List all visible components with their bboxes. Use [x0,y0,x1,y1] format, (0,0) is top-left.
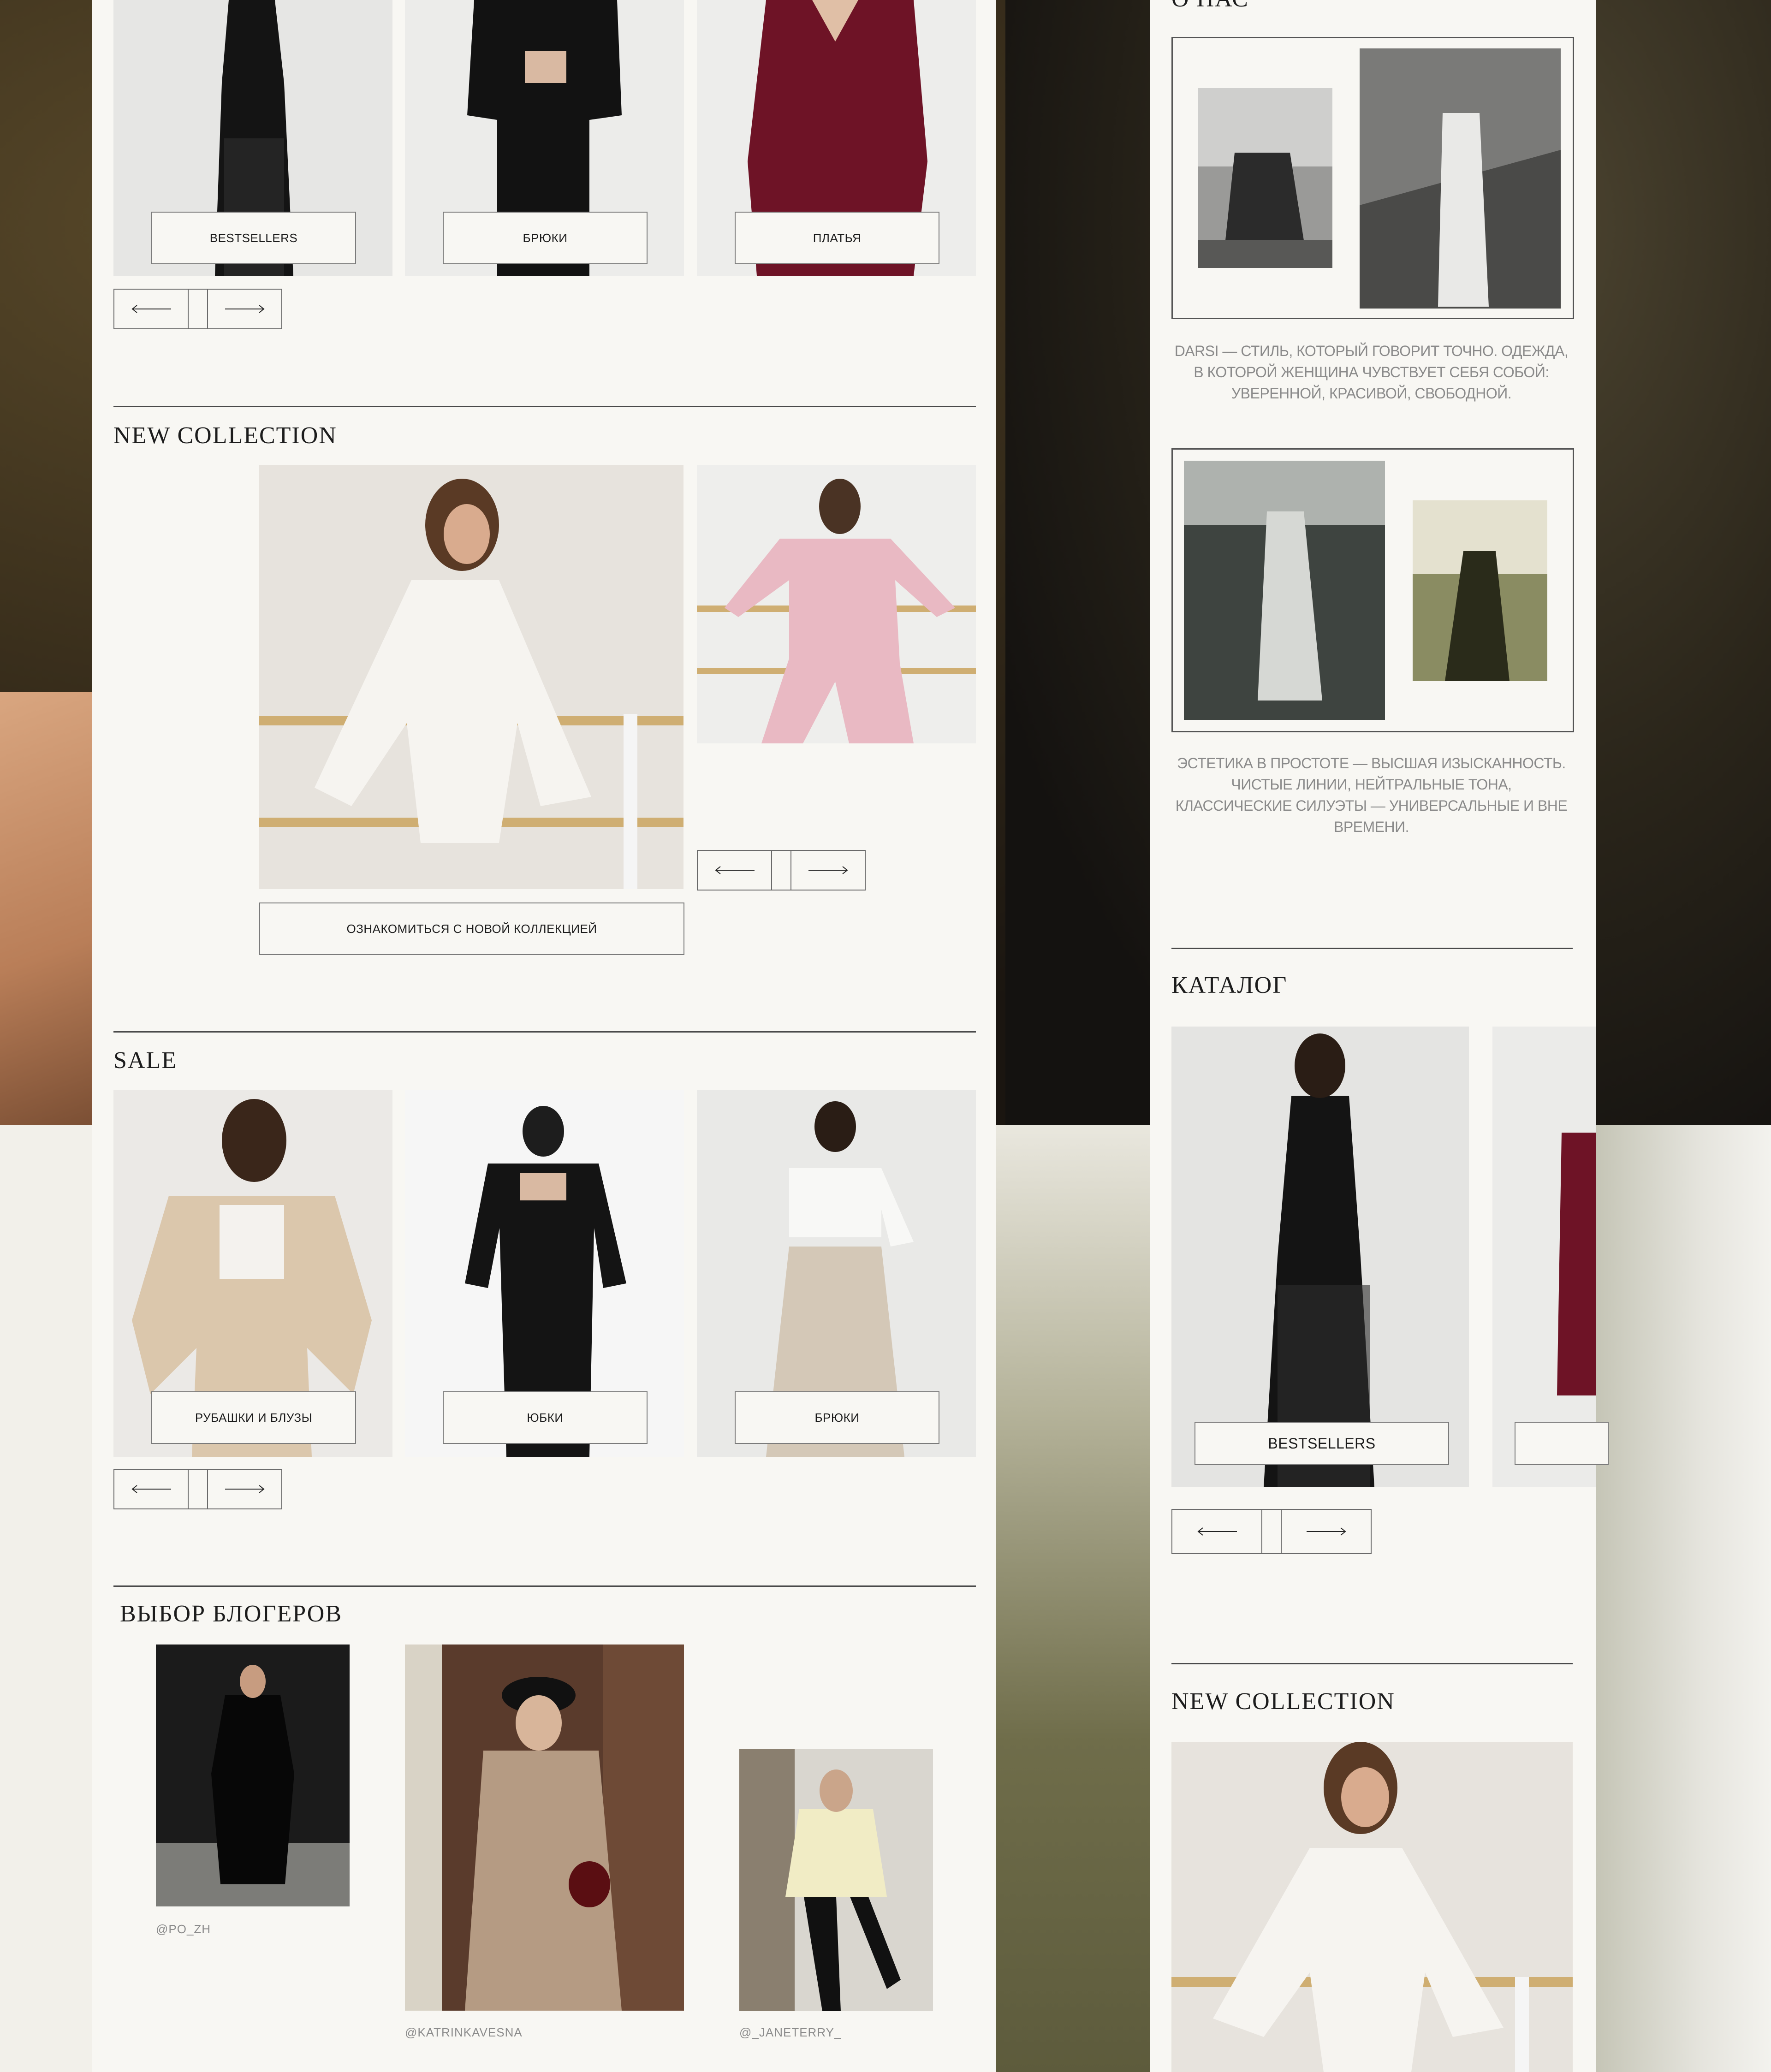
blogger-photo-2[interactable] [405,1645,684,2011]
arrow-right-icon [808,866,848,874]
category-label-shirts-blouses[interactable]: РУБАШКИ И БЛУЗЫ [151,1391,356,1444]
carousel-arrows-sale [113,1469,282,1509]
about-photo-4 [1413,500,1547,681]
new-collection-photo-mobile[interactable] [1171,1742,1573,2072]
desktop-page-panel: BESTSELLERS БРЮКИ ПЛАТЬЯ NEW COLLECTION [92,0,996,2072]
section-title-new-collection: NEW COLLECTION [113,422,337,449]
blogger-handle-1[interactable]: @PO_ZH [156,1922,211,1936]
arrow-left-icon [131,305,171,313]
next-button[interactable] [208,290,281,328]
about-photo-1 [1198,88,1332,268]
carousel-arrows-catalog [1171,1509,1372,1554]
about-photo-3 [1184,461,1385,720]
prev-button[interactable] [1172,1510,1261,1553]
category-label-bestsellers[interactable]: BESTSELLERS [151,212,356,264]
carousel-arrows-new-collection [697,850,866,891]
about-image-frame-1 [1171,37,1574,319]
carousel-arrows-top [113,289,282,329]
catalog-photo-next[interactable] [1492,1027,1596,1487]
category-label-dresses[interactable]: ПЛАТЬЯ [735,212,939,264]
blogger-handle-3[interactable]: @_JANETERRY_ [739,2025,841,2040]
about-text-1: DARSI — СТИЛЬ, КОТОРЫЙ ГОВОРИТ ТОЧНО. ОД… [1174,343,1569,402]
carousel-divider [188,1470,208,1508]
about-image-frame-2 [1171,448,1574,732]
section-title-new-collection-mobile: NEW COLLECTION [1171,1688,1395,1715]
next-button[interactable] [208,1470,281,1508]
blogger-photo-1[interactable] [156,1645,350,1906]
section-divider [1171,948,1573,949]
section-divider [1171,1663,1573,1664]
blogger-handle-2[interactable]: @KATRINKAVESNA [405,2025,523,2040]
new-collection-photo-pink[interactable] [697,465,976,743]
mobile-page-panel: О НАС DARSI — СТИЛЬ, КОТОРЫЙ ГОВОРИТ ТОЧ… [1150,0,1609,2072]
next-button[interactable] [791,851,865,890]
section-divider [113,1585,976,1587]
section-title-about: О НАС [1171,0,1249,12]
category-label-trousers-sale[interactable]: БРЮКИ [735,1391,939,1444]
carousel-divider [1261,1510,1282,1553]
about-text-2: ЭСТЕТИКА В ПРОСТОТЕ — ВЫСШАЯ ИЗЫСКАННОСТ… [1175,755,1568,835]
background-olive-gradient [996,1125,1153,2072]
catalog-label-next[interactable] [1515,1422,1609,1465]
background-right-fade [1596,1125,1771,2072]
carousel-divider [188,290,208,328]
section-title-catalog: КАТАЛОГ [1171,972,1288,998]
arrow-right-icon [225,1485,265,1493]
new-collection-photo-main[interactable] [259,465,683,889]
arrow-right-icon [225,305,265,313]
section-title-bloggers: ВЫБОР БЛОГЕРОВ [120,1601,343,1627]
catalog-label-bestsellers[interactable]: BESTSELLERS [1195,1422,1449,1465]
background-skin-detail [0,692,92,1125]
new-collection-cta-button[interactable]: ОЗНАКОМИТЬСЯ С НОВОЙ КОЛЛЕКЦИЕЙ [259,902,684,955]
section-divider [113,406,976,407]
carousel-divider [771,851,791,890]
prev-button[interactable] [114,1470,188,1508]
arrow-right-icon [1306,1527,1346,1536]
category-label-trousers[interactable]: БРЮКИ [443,212,648,264]
section-divider [113,1031,976,1033]
prev-button[interactable] [114,290,188,328]
arrow-left-icon [131,1485,171,1493]
prev-button[interactable] [698,851,771,890]
section-title-sale: SALE [113,1047,177,1074]
blogger-photo-3[interactable] [739,1749,933,2011]
about-photo-2 [1360,48,1561,309]
catalog-photo-bestsellers[interactable] [1171,1027,1469,1487]
arrow-left-icon [714,866,755,874]
category-label-skirts[interactable]: ЮБКИ [443,1391,648,1444]
next-button[interactable] [1282,1510,1371,1553]
arrow-left-icon [1197,1527,1237,1536]
